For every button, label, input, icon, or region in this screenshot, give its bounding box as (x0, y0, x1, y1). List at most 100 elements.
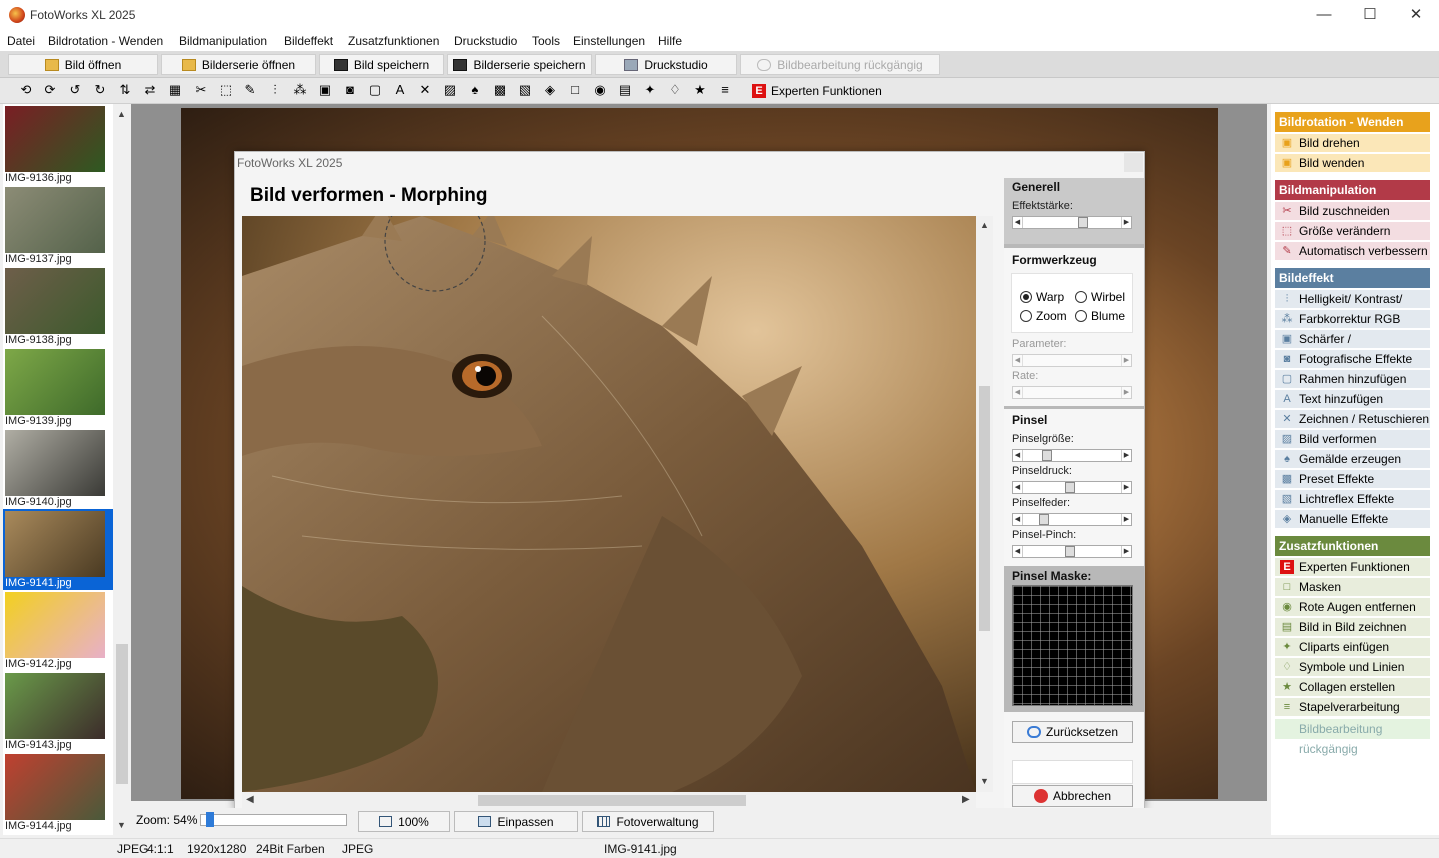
cancel-button[interactable]: Abbrechen (1012, 785, 1133, 807)
panel-item[interactable]: ▣ Bild drehen (1275, 134, 1430, 153)
radio-warp[interactable]: Warp (1020, 290, 1064, 304)
panel-undo-button[interactable]: Bildbearbeitung rückgängig (1275, 719, 1430, 756)
lightflex-icon[interactable]: ▧ (517, 82, 533, 98)
panel-item[interactable]: ✎ Automatisch verbessern (1275, 242, 1430, 261)
panel-item[interactable]: ◉ Rote Augen entfernen (1275, 598, 1430, 617)
open-series-button[interactable]: Bilderserie öffnen (161, 54, 316, 75)
panel-item[interactable]: ▨Bild verformen (Morphing) (1275, 430, 1430, 465)
thumbnail-image[interactable] (5, 511, 105, 577)
panel-item[interactable]: ▣Schärfer / Weichzeichner (1275, 330, 1430, 365)
panel-item[interactable]: ▣ Bild wenden (1275, 154, 1430, 173)
panel-item[interactable]: ⁂ Farbkorrektur RGB (1275, 310, 1430, 329)
morph-icon[interactable]: ▨ (442, 82, 458, 98)
photo-effects-icon[interactable]: ◙ (342, 82, 358, 98)
menu-druckstudio[interactable]: Druckstudio (454, 34, 517, 48)
redeye-icon[interactable]: ◉ (592, 82, 608, 98)
fit-button[interactable]: Einpassen (454, 811, 578, 832)
section-header[interactable]: Bildmanipulation (1275, 180, 1430, 200)
morph-canvas[interactable] (242, 216, 976, 792)
rotate-left-icon[interactable]: ⟲ (18, 82, 34, 98)
canvas-vertical-scrollbar[interactable]: ▲ ▼ (976, 216, 993, 792)
close-button[interactable]: ✕ (1393, 0, 1439, 31)
brightness-icon[interactable]: ⫶ (267, 82, 283, 98)
reset-button[interactable]: Zurücksetzen (1012, 721, 1133, 743)
panel-item[interactable]: ✂ Bild zuschneiden (1275, 202, 1430, 221)
flip-icon[interactable]: ⇅ (117, 82, 133, 98)
thumbnail-label[interactable]: IMG-9143.jpg (5, 739, 113, 752)
preset-icon[interactable]: ▩ (492, 82, 508, 98)
thumbnail-image[interactable] (5, 754, 105, 820)
thumbnail-image[interactable] (5, 187, 105, 253)
panel-item[interactable]: ⬚ Größe verändern (1275, 222, 1430, 241)
menu-einstellungen[interactable]: Einstellungen (573, 34, 645, 48)
menu-bildmanipulation[interactable]: Bildmanipulation (179, 34, 267, 48)
section-header[interactable]: Bildrotation - Wenden (1275, 112, 1430, 132)
thumbnail-image[interactable] (5, 268, 105, 334)
rate-slider[interactable]: ◀ ▶ (1012, 386, 1132, 399)
panel-item[interactable]: ★ Collagen erstellen (1275, 678, 1430, 697)
panel-item[interactable]: A Text hinzufügen (1275, 390, 1430, 409)
thumbnail-image[interactable] (5, 349, 105, 415)
panel-item[interactable]: E Experten Funktionen (1275, 558, 1430, 577)
zoom-100-button[interactable]: 100% (358, 811, 450, 832)
menu-datei[interactable]: Datei (7, 34, 35, 48)
rotate-right-icon[interactable]: ⟳ (42, 82, 58, 98)
manual-icon[interactable]: ◈ (542, 82, 558, 98)
print-studio-button[interactable]: Druckstudio (595, 54, 737, 75)
panel-item[interactable]: ▧ Lichtreflex Effekte (1275, 490, 1430, 509)
crop-icon[interactable]: ✂ (193, 82, 209, 98)
save-series-button[interactable]: Bilderserie speichern (447, 54, 592, 75)
menu-zusatzfunktionen[interactable]: Zusatzfunktionen (348, 34, 439, 48)
panel-item[interactable]: ≡ Stapelverarbeitung (1275, 698, 1430, 717)
thumbnail-image[interactable] (5, 673, 105, 739)
clipart-icon[interactable]: ✦ (642, 82, 658, 98)
menu-tools[interactable]: Tools (532, 34, 560, 48)
collage-icon[interactable]: ★ (692, 82, 708, 98)
pip-icon[interactable]: ▤ (617, 82, 633, 98)
thumbnail-label[interactable]: IMG-9136.jpg (5, 172, 113, 185)
photo-manager-button[interactable]: Fotoverwaltung (582, 811, 714, 832)
symbols-icon[interactable]: ♢ (667, 82, 683, 98)
batch-icon[interactable]: ▦ (167, 82, 183, 98)
section-header[interactable]: Zusatzfunktionen (1275, 536, 1430, 556)
rotate-ccw-icon[interactable]: ↺ (67, 82, 83, 98)
thumbnail-label[interactable]: IMG-9140.jpg (5, 496, 113, 509)
panel-item[interactable]: ✦ Cliparts einfügen (1275, 638, 1430, 657)
thumbnail-scrollbar[interactable]: ▲ ▼ (113, 104, 131, 835)
minimize-button[interactable]: — (1301, 0, 1347, 31)
save-image-button[interactable]: Bild speichern (319, 54, 444, 75)
menu-bildrotation[interactable]: Bildrotation - Wenden (48, 34, 163, 48)
panel-item[interactable]: ▢ Rahmen hinzufügen (1275, 370, 1430, 389)
mask-icon[interactable]: □ (567, 82, 583, 98)
panel-item[interactable]: □ Masken (1275, 578, 1430, 597)
brush-size-slider[interactable]: ◀ ▶ (1012, 449, 1132, 462)
panel-item[interactable]: ◙ Fotografische Effekte (1275, 350, 1430, 369)
text-icon[interactable]: A (392, 82, 408, 98)
rotate-cw-icon[interactable]: ↻ (92, 82, 108, 98)
open-image-button[interactable]: Bild öffnen (8, 54, 158, 75)
thumbnail-label[interactable]: IMG-9138.jpg (5, 334, 113, 347)
thumbnail-label[interactable]: IMG-9142.jpg (5, 658, 113, 671)
experts-button[interactable]: E Experten Funktionen (752, 81, 882, 101)
canvas-horizontal-scrollbar[interactable]: ◀ ▶ (242, 792, 976, 809)
painting-icon[interactable]: ♠ (467, 82, 483, 98)
thumbnail-image[interactable] (5, 592, 105, 658)
effect-strength-slider[interactable]: ◀ ▶ (1012, 216, 1132, 229)
thumbnail-label[interactable]: IMG-9141.jpg (5, 577, 113, 590)
panel-item[interactable]: ✕ Zeichnen / Retuschieren (1275, 410, 1430, 429)
panel-item[interactable]: ▩ Preset Effekte (1275, 470, 1430, 489)
brush-pinch-slider[interactable]: ◀ ▶ (1012, 545, 1132, 558)
rgb-icon[interactable]: ⁂ (292, 82, 308, 98)
thumbnail-label[interactable]: IMG-9137.jpg (5, 253, 113, 266)
panel-item[interactable]: ♠ Gemälde erzeugen (1275, 450, 1430, 469)
panel-item[interactable]: ▤ Bild in Bild zeichnen (1275, 618, 1430, 637)
brush-pressure-slider[interactable]: ◀ ▶ (1012, 481, 1132, 494)
maximize-button[interactable]: ☐ (1347, 0, 1393, 31)
thumbnail-image[interactable] (5, 430, 105, 496)
menu-hilfe[interactable]: Hilfe (658, 34, 682, 48)
dialog-close-button[interactable] (1124, 153, 1143, 172)
parameter-slider[interactable]: ◀ ▶ (1012, 354, 1132, 367)
thumbnail-image[interactable] (5, 106, 105, 172)
radio-zoom[interactable]: Zoom (1020, 309, 1067, 323)
menu-bildeffekt[interactable]: Bildeffekt (284, 34, 333, 48)
